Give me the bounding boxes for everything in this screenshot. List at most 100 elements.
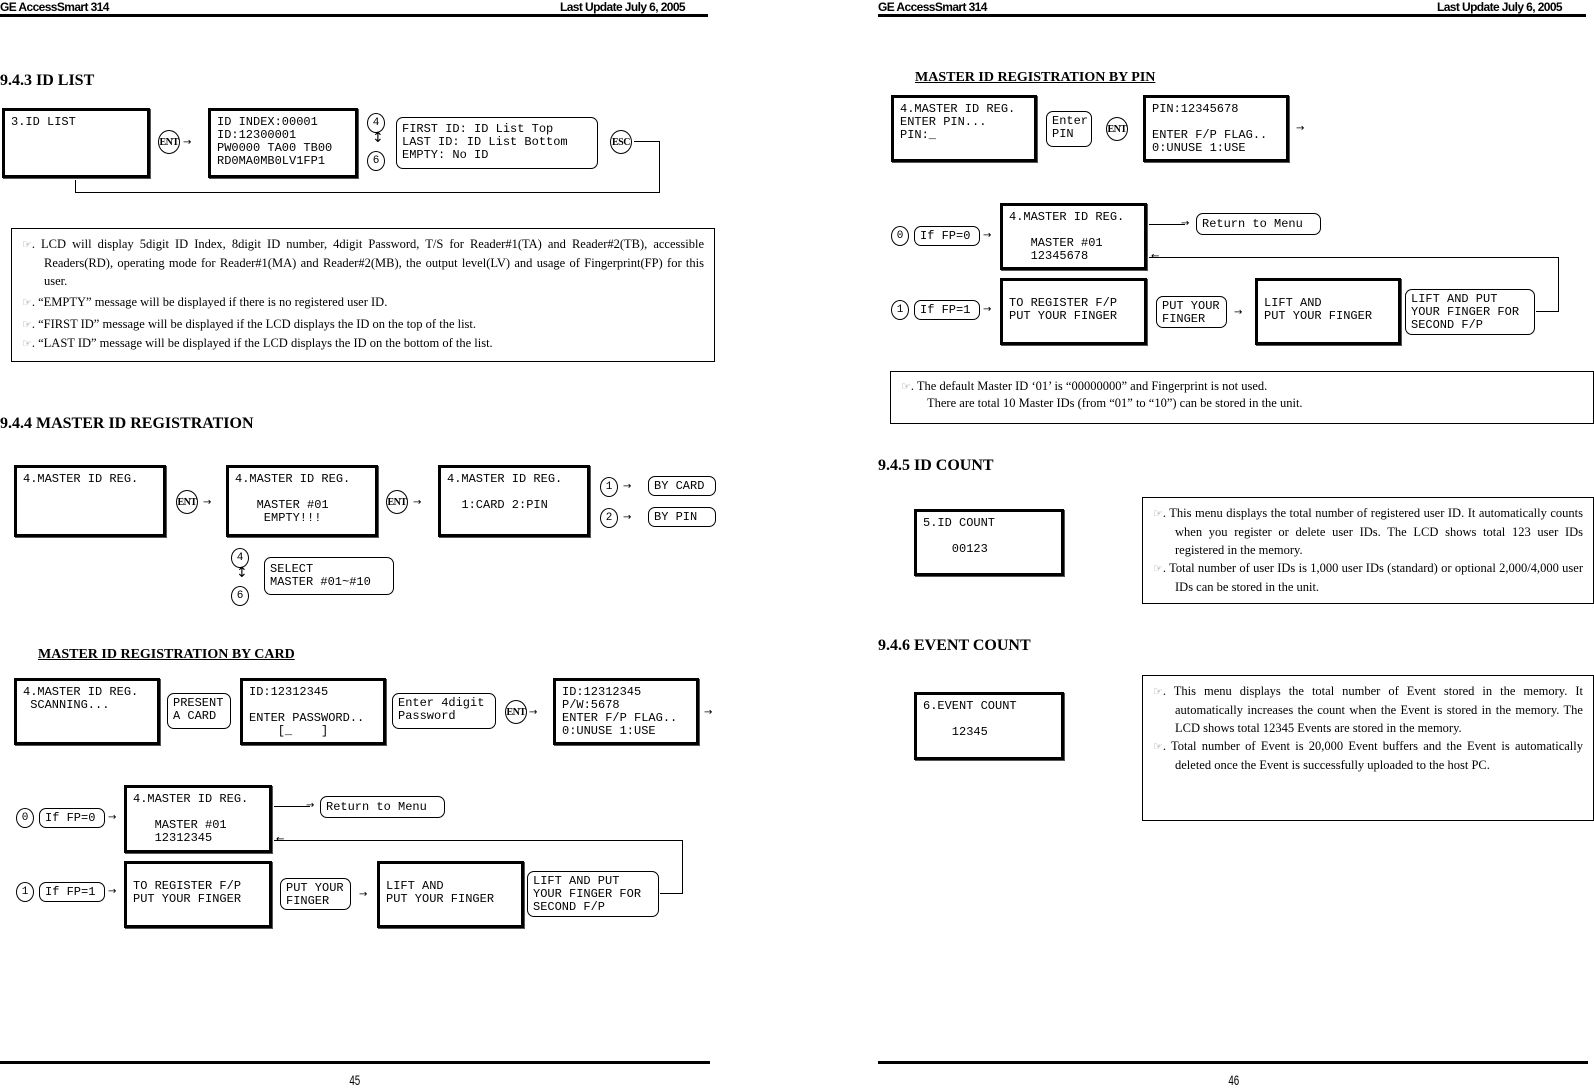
pointing-hand-icon: ☞	[901, 380, 911, 393]
id-count-notes: ☞. This menu displays the total number o…	[1142, 497, 1594, 604]
lcd-lift-and-put: LIFT AND PUT YOUR FINGER	[377, 861, 524, 928]
note-item: ☞. LCD will display 5digit ID Index, 8di…	[22, 237, 704, 288]
connector-line	[1149, 224, 1185, 225]
id-list-info-box: FIRST ID: ID List Top LAST ID: ID List B…	[396, 117, 598, 169]
up-down-arrow-icon: ↕	[236, 565, 248, 581]
lcd-lift-and-put: LIFT AND PUT YOUR FINGER	[1255, 278, 1401, 345]
key-2-icon: 2	[600, 508, 618, 528]
note-item: ☞. This menu displays the total number o…	[1153, 684, 1583, 735]
header-rule-right	[878, 14, 1586, 17]
connector-line	[660, 893, 683, 894]
id-list-notes: ☞. LCD will display 5digit ID Index, 8di…	[11, 228, 715, 362]
section-title-id-list: 9.4.3 ID LIST	[0, 72, 95, 89]
connector-line	[682, 840, 683, 893]
lcd-scanning: 4.MASTER ID REG. SCANNING...	[14, 678, 160, 745]
lcd-fp-flag: ID:12312345 P/W:5678 ENTER F/P FLAG.. 0:…	[553, 678, 699, 745]
connector-line	[75, 192, 660, 193]
pointing-hand-icon: ☞	[1153, 740, 1163, 753]
ent-key-icon: ENT	[158, 130, 180, 154]
present-card-box: PRESENT A CARD	[167, 693, 231, 729]
enter-pin-box: Enter PIN	[1046, 111, 1092, 147]
lcd-enter-pin: 4.MASTER ID REG. ENTER PIN... PIN:_	[891, 95, 1037, 162]
lcd-id-list-menu: 3.ID LIST	[2, 108, 150, 178]
arrow-right-icon: →	[623, 481, 632, 492]
arrow-right-icon: →	[1296, 123, 1305, 134]
lcd-enter-password: ID:12312345 ENTER PASSWORD.. [_ ]	[240, 678, 386, 745]
key-6-icon: 6	[367, 151, 385, 171]
pointing-hand-icon: ☞	[22, 238, 32, 251]
pointing-hand-icon: ☞	[1153, 507, 1163, 520]
lcd-event-count: 6.EVENT COUNT 12345	[914, 692, 1064, 760]
up-down-arrow-icon: ↕	[372, 130, 384, 146]
connector-line	[634, 141, 660, 142]
arrow-right-icon: →	[704, 707, 713, 718]
lcd-master-registered: 4.MASTER ID REG. MASTER #01 12345678	[1000, 203, 1147, 270]
note-item: ☞. The default Master ID ‘01’ is “000000…	[901, 379, 1268, 393]
key-0-icon: 0	[16, 808, 34, 828]
connector-line	[1558, 257, 1559, 311]
connector-line	[274, 840, 683, 841]
lcd-register-fp: TO REGISTER F/P PUT YOUR FINGER	[124, 861, 272, 928]
header-rule-left	[0, 14, 708, 17]
put-finger-box: PUT YOUR FINGER	[1156, 296, 1227, 328]
section-title-event-count: 9.4.6 EVENT COUNT	[878, 637, 1031, 654]
arrow-left-icon: ←	[1151, 251, 1160, 262]
lcd-id-list-detail: ID INDEX:00001 ID:12300001 PW0000 TA00 T…	[208, 108, 358, 178]
lcd-master-card-pin: 4.MASTER ID REG. 1:CARD 2:PIN	[438, 465, 590, 537]
footer-rule-right	[878, 1061, 1588, 1064]
note-item: ☞. “EMPTY” message will be displayed if …	[22, 295, 388, 309]
key-6-icon: 6	[231, 586, 249, 606]
arrow-right-icon: →	[983, 304, 992, 315]
event-count-notes: ☞. This menu displays the total number o…	[1142, 675, 1594, 821]
lift-second-fp-box: LIFT AND PUT YOUR FINGER FOR SECOND F/P	[527, 871, 659, 917]
arrow-right-icon: →	[108, 812, 117, 823]
note-item: ☞. Total number of Event is 20,000 Event…	[1153, 739, 1583, 772]
subsection-title-by-card: MASTER ID REGISTRATION BY CARD	[38, 647, 295, 662]
enter-password-box: Enter 4digit Password	[392, 693, 496, 729]
note-item: There are total 10 Master IDs (from “01”…	[927, 396, 1303, 410]
connector-line	[75, 180, 76, 193]
pointing-hand-icon: ☞	[22, 296, 32, 309]
arrow-right-icon: →	[359, 889, 368, 900]
esc-key-icon: ESC	[610, 130, 632, 154]
arrow-right-icon: →	[623, 512, 632, 523]
if-fp0-box: If FP=0	[914, 226, 980, 246]
if-fp0-box: If FP=0	[39, 808, 105, 828]
key-0-icon: 0	[891, 226, 909, 246]
ent-key-icon: ENT	[1106, 117, 1128, 141]
arrow-right-icon: →	[1181, 218, 1190, 229]
select-master-box: SELECT MASTER #01~#10	[264, 557, 394, 595]
key-1-icon: 1	[16, 882, 34, 902]
note-item: ☞. “LAST ID” message will be displayed i…	[22, 336, 493, 350]
lcd-register-fp: TO REGISTER F/P PUT YOUR FINGER	[1000, 278, 1147, 345]
header-update-date-left: Last Update July 6, 2005	[560, 0, 686, 14]
header-product-title-left: GE AccessSmart 314	[0, 0, 109, 14]
arrow-right-icon: →	[203, 497, 212, 508]
note-item: ☞. Total number of user IDs is 1,000 use…	[1153, 561, 1583, 594]
arrow-right-icon: →	[1234, 307, 1243, 318]
connector-line	[1149, 257, 1559, 258]
pointing-hand-icon: ☞	[1153, 685, 1163, 698]
return-to-menu-box: Return to Menu	[320, 796, 445, 818]
ent-key-icon: ENT	[505, 700, 527, 724]
lcd-master-registered: 4.MASTER ID REG. MASTER #01 12312345	[124, 785, 272, 853]
arrow-right-icon: →	[983, 230, 992, 241]
arrow-right-icon: →	[183, 137, 192, 148]
if-fp1-box: If FP=1	[914, 300, 980, 320]
header-update-date-right: Last Update July 6, 2005	[1437, 0, 1563, 14]
by-card-option: BY CARD	[648, 476, 716, 496]
header-product-title-right: GE AccessSmart 314	[878, 0, 987, 14]
connector-line	[1536, 311, 1559, 312]
put-finger-box: PUT YOUR FINGER	[280, 878, 351, 910]
arrow-right-icon: →	[529, 707, 538, 718]
note-item: ☞. “FIRST ID” message will be displayed …	[22, 317, 477, 331]
section-title-id-count: 9.4.5 ID COUNT	[878, 457, 994, 474]
ent-key-icon: ENT	[176, 490, 198, 514]
note-item: ☞. This menu displays the total number o…	[1153, 506, 1583, 557]
key-1-icon: 1	[891, 300, 909, 320]
lcd-id-count: 5.ID COUNT 00123	[914, 509, 1064, 576]
if-fp1-box: If FP=1	[39, 882, 105, 902]
lcd-master-id-menu: 4.MASTER ID REG.	[14, 465, 166, 537]
section-title-master-id-registration: 9.4.4 MASTER ID REGISTRATION	[0, 415, 254, 432]
master-id-notes: ☞. The default Master ID ‘01’ is “000000…	[890, 371, 1594, 424]
